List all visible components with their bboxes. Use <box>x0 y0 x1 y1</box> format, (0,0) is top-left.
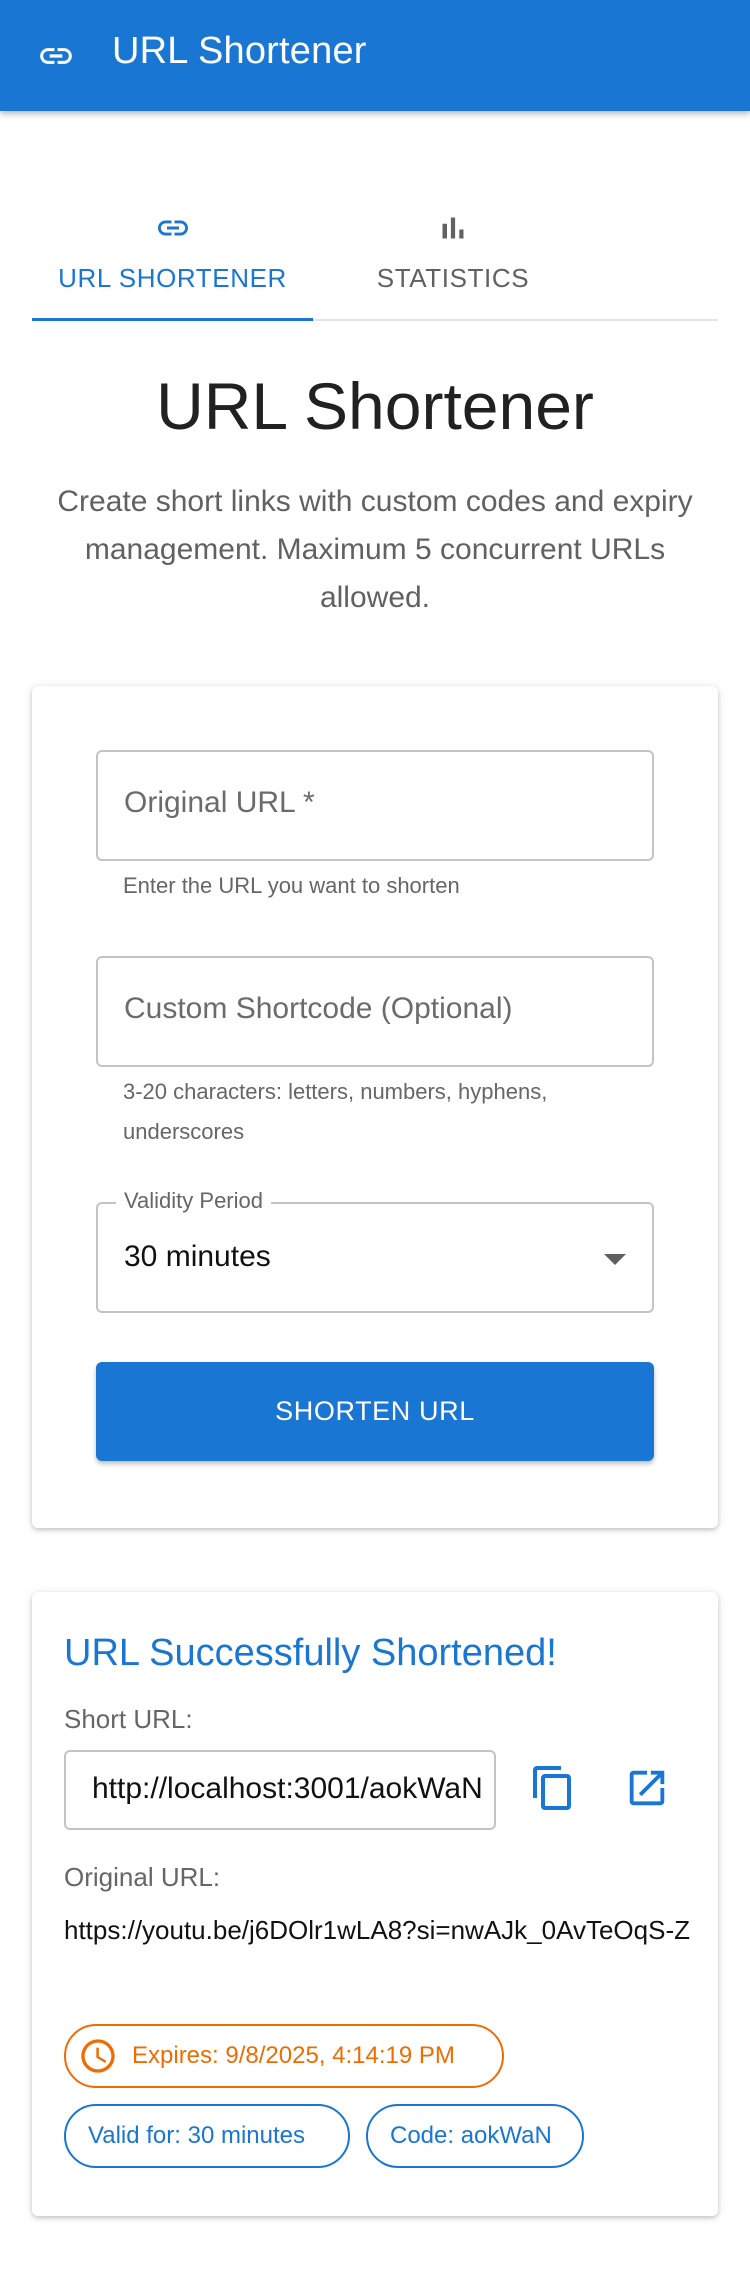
tab-label: STATISTICS <box>376 263 530 293</box>
original-url-label: Original URL: <box>64 1862 221 1892</box>
result-title: URL Successfully Shortened! <box>64 1632 557 1674</box>
link-icon <box>32 210 313 246</box>
tab-url-shortener[interactable]: URL SHORTENER <box>32 190 313 321</box>
short-url-value: http://localhost:3001/aokWaN <box>92 1772 483 1805</box>
original-url-placeholder: Original URL * <box>124 786 315 819</box>
result-card: URL Successfully Shortened! Short URL: h… <box>32 1592 718 2216</box>
page-title: URL Shortener <box>156 369 594 443</box>
valid-for-text: Valid for: 30 minutes <box>88 2122 305 2149</box>
bar-chart-icon <box>313 210 593 246</box>
tab-indicator <box>32 318 313 321</box>
open-link-button[interactable] <box>617 1760 677 1820</box>
tab-label: URL SHORTENER <box>58 263 287 293</box>
validity-period-value: 30 minutes <box>124 1240 271 1273</box>
code-text: Code: aokWaN <box>390 2122 552 2149</box>
shorten-form-card: Original URL * Enter the URL you want to… <box>32 686 718 1528</box>
expires-text: Expires: 9/8/2025, 4:14:19 PM <box>132 2042 455 2069</box>
open-in-new-icon <box>624 1765 670 1816</box>
code-chip: Code: aokWaN <box>366 2104 584 2168</box>
shorten-url-button[interactable]: SHORTEN URL <box>96 1362 654 1461</box>
shortcode-helper: 3-20 characters: letters, numbers, hyphe… <box>123 1079 548 1144</box>
dropdown-arrow-icon <box>604 1254 626 1265</box>
shortcode-field[interactable]: Custom Shortcode (Optional) <box>96 956 654 1067</box>
copy-icon <box>529 1764 577 1817</box>
clock-icon <box>78 2036 118 2076</box>
valid-for-chip: Valid for: 30 minutes <box>64 2104 350 2168</box>
tab-bar: URL SHORTENER STATISTICS <box>32 190 718 321</box>
validity-period-label: Validity Period <box>116 1188 271 1214</box>
original-url-helper: Enter the URL you want to shorten <box>123 873 460 898</box>
link-icon <box>35 37 77 75</box>
short-url-field[interactable]: http://localhost:3001/aokWaN <box>64 1750 496 1830</box>
tab-statistics[interactable]: STATISTICS <box>313 190 593 319</box>
app-bar: URL Shortener <box>0 0 750 111</box>
short-url-label: Short URL: <box>64 1704 193 1734</box>
validity-period-select[interactable]: Validity Period 30 minutes <box>96 1188 654 1313</box>
copy-button[interactable] <box>523 1760 583 1820</box>
page-description: Create short links with custom codes and… <box>57 485 693 614</box>
original-url-field[interactable]: Original URL * <box>96 750 654 861</box>
original-url-value: https://youtu.be/j6DOlr1wLA8?si=nwAJk_0A… <box>64 1915 690 1945</box>
shortcode-placeholder: Custom Shortcode (Optional) <box>124 992 513 1025</box>
expires-chip: Expires: 9/8/2025, 4:14:19 PM <box>64 2024 504 2088</box>
app-title: URL Shortener <box>112 30 367 72</box>
